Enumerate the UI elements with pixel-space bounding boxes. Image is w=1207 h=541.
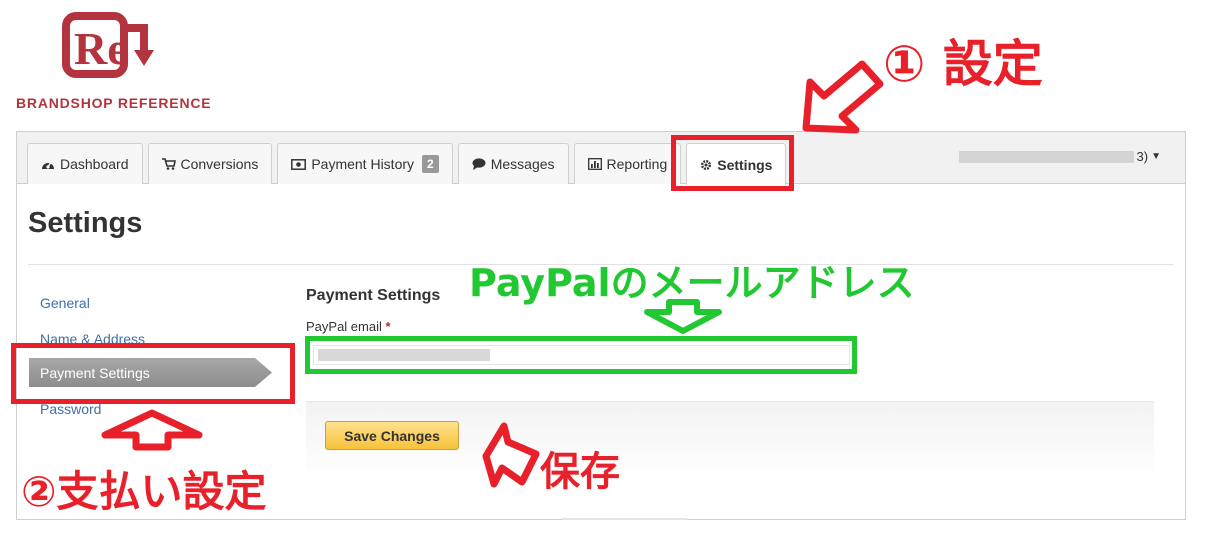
tab-payment-history[interactable]: Payment History 2 bbox=[277, 143, 453, 184]
dashboard-icon bbox=[41, 158, 55, 170]
tab-label: Reporting bbox=[606, 156, 668, 172]
tab-dashboard[interactable]: Dashboard bbox=[27, 143, 143, 184]
top-navigation: Dashboard Conversions Payment History 2 bbox=[17, 132, 1185, 185]
step2-annotation: ②支払い設定 bbox=[21, 467, 267, 516]
save-annotation: 保存 bbox=[540, 449, 620, 495]
payment-nav-highlight bbox=[11, 343, 295, 404]
section-title: Payment Settings bbox=[306, 287, 441, 304]
page-title: Settings bbox=[28, 207, 143, 239]
chat-bubble-icon bbox=[472, 158, 486, 170]
tab-label: Conversions bbox=[180, 156, 259, 172]
svg-text:Re: Re bbox=[74, 23, 128, 74]
settings-tab-highlight bbox=[671, 135, 794, 191]
save-arrow-icon bbox=[482, 422, 540, 488]
paypal-email-label: PayPal email * bbox=[306, 319, 391, 334]
account-suffix: 3) bbox=[1136, 149, 1149, 164]
tab-label: Payment History bbox=[311, 156, 415, 172]
required-marker: * bbox=[385, 319, 391, 334]
footer-divider bbox=[562, 518, 687, 520]
payment-count-badge: 2 bbox=[422, 155, 439, 173]
caret-down-icon: ▼ bbox=[1151, 151, 1161, 162]
paypal-arrow-icon bbox=[644, 299, 722, 334]
brand-name: BRANDSHOP REFERENCE bbox=[16, 95, 212, 111]
re-logo-mark: Re bbox=[62, 12, 154, 78]
redacted-account-name bbox=[958, 150, 1134, 163]
paypal-email-highlight bbox=[305, 336, 857, 374]
field-label-text: PayPal email bbox=[306, 319, 382, 334]
tab-conversions[interactable]: Conversions bbox=[147, 143, 273, 184]
bar-chart-icon bbox=[587, 158, 602, 170]
step1-arrow-icon bbox=[802, 60, 884, 134]
form-actions: Save Changes bbox=[306, 401, 1154, 481]
cart-icon bbox=[161, 158, 176, 170]
tab-messages[interactable]: Messages bbox=[457, 143, 569, 184]
user-account-menu[interactable]: 3) ▼ bbox=[958, 149, 1161, 164]
step1-annotation: ① 設定 bbox=[883, 35, 1043, 93]
tab-reporting[interactable]: Reporting bbox=[573, 143, 682, 184]
money-icon bbox=[291, 158, 307, 170]
tab-label: Dashboard bbox=[60, 156, 129, 172]
tab-label: Messages bbox=[490, 156, 555, 172]
step2-arrow-icon bbox=[101, 409, 203, 451]
brand-logo: Re BRANDSHOP REFERENCE bbox=[10, 10, 211, 112]
nav-item-general[interactable]: General bbox=[40, 295, 90, 311]
save-changes-button[interactable]: Save Changes bbox=[325, 421, 459, 450]
